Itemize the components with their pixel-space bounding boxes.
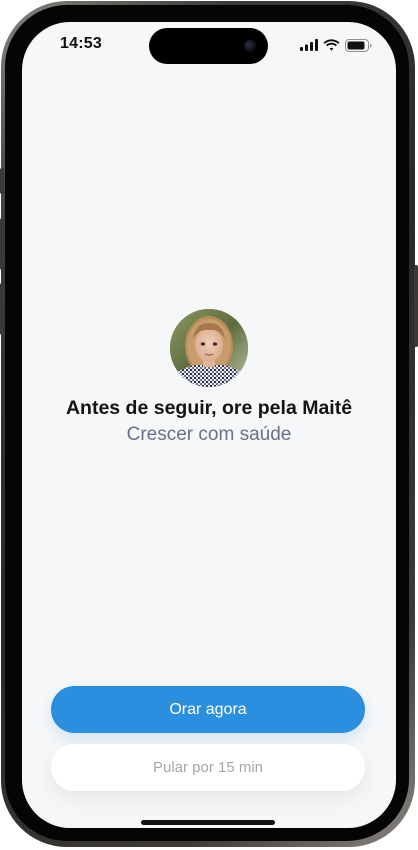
power-button [414,265,418,347]
child-photo [170,309,248,387]
prompt-subline: Crescer com saúde [126,424,292,445]
volume-up-button [0,218,4,270]
status-time: 14:53 [60,35,102,52]
front-camera-icon [244,40,256,52]
home-indicator[interactable] [141,820,275,825]
app-screen: 14:53 Antes de seguir, ore pela Maitê Cr… [22,22,396,828]
dynamic-island [149,28,268,64]
skip-15-min-button[interactable]: Pular por 15 min [51,744,365,791]
cellular-signal-icon [300,39,318,51]
volume-down-button [0,283,4,335]
prayer-prompt: Antes de seguir, ore pela Maitê Crescer … [22,309,396,446]
avatar [170,309,248,387]
battery-icon [345,38,372,52]
phone-device: 14:53 Antes de seguir, ore pela Maitê Cr… [0,0,418,850]
status-icons [300,37,372,53]
status-bar: 14:53 [22,22,396,72]
action-button [0,168,4,194]
wifi-icon [323,39,340,51]
pray-now-button[interactable]: Orar agora [51,686,365,733]
prompt-headline: Antes de seguir, ore pela Maitê [65,397,353,419]
